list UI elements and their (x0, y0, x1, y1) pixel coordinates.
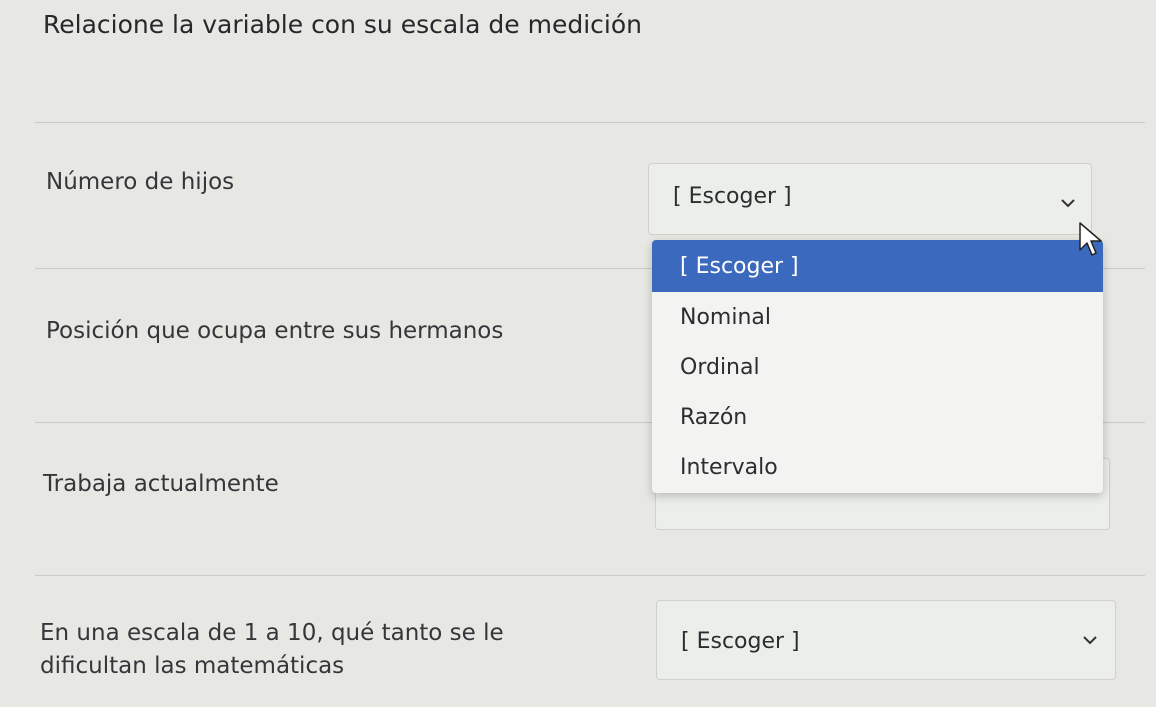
row-label-escala-matematicas: En una escala de 1 a 10, qué tanto se le… (40, 617, 504, 684)
label-line: dificultan las matemáticas (40, 653, 345, 680)
option-ordinal[interactable]: Ordinal (652, 342, 1103, 392)
select-escala-matematicas[interactable]: [ Escoger ] (656, 600, 1116, 680)
option-intervalo[interactable]: Intervalo (652, 442, 1103, 492)
question-title: Relacione la variable con su escala de m… (43, 10, 642, 39)
row-label-trabaja-actualmente: Trabaja actualmente (43, 471, 279, 497)
chevron-down-icon (1083, 636, 1097, 645)
divider (35, 122, 1145, 123)
chevron-down-icon (1061, 199, 1075, 208)
option-razon[interactable]: Razón (652, 392, 1103, 442)
option-nominal[interactable]: Nominal (652, 292, 1103, 342)
select-value: [ Escoger ] (673, 184, 792, 209)
option-escoger[interactable]: [ Escoger ] (652, 240, 1103, 292)
label-line: En una escala de 1 a 10, qué tanto se le (40, 620, 504, 646)
row-label-numero-hijos: Número de hijos (46, 169, 235, 195)
select-numero-hijos[interactable]: [ Escoger ] (648, 163, 1092, 235)
dropdown-list: [ Escoger ] Nominal Ordinal Razón Interv… (652, 240, 1103, 493)
select-value: [ Escoger ] (681, 629, 800, 654)
mouse-cursor-icon (1079, 222, 1102, 256)
divider (35, 575, 1145, 576)
row-label-posicion-hermanos: Posición que ocupa entre sus hermanos (46, 318, 504, 344)
